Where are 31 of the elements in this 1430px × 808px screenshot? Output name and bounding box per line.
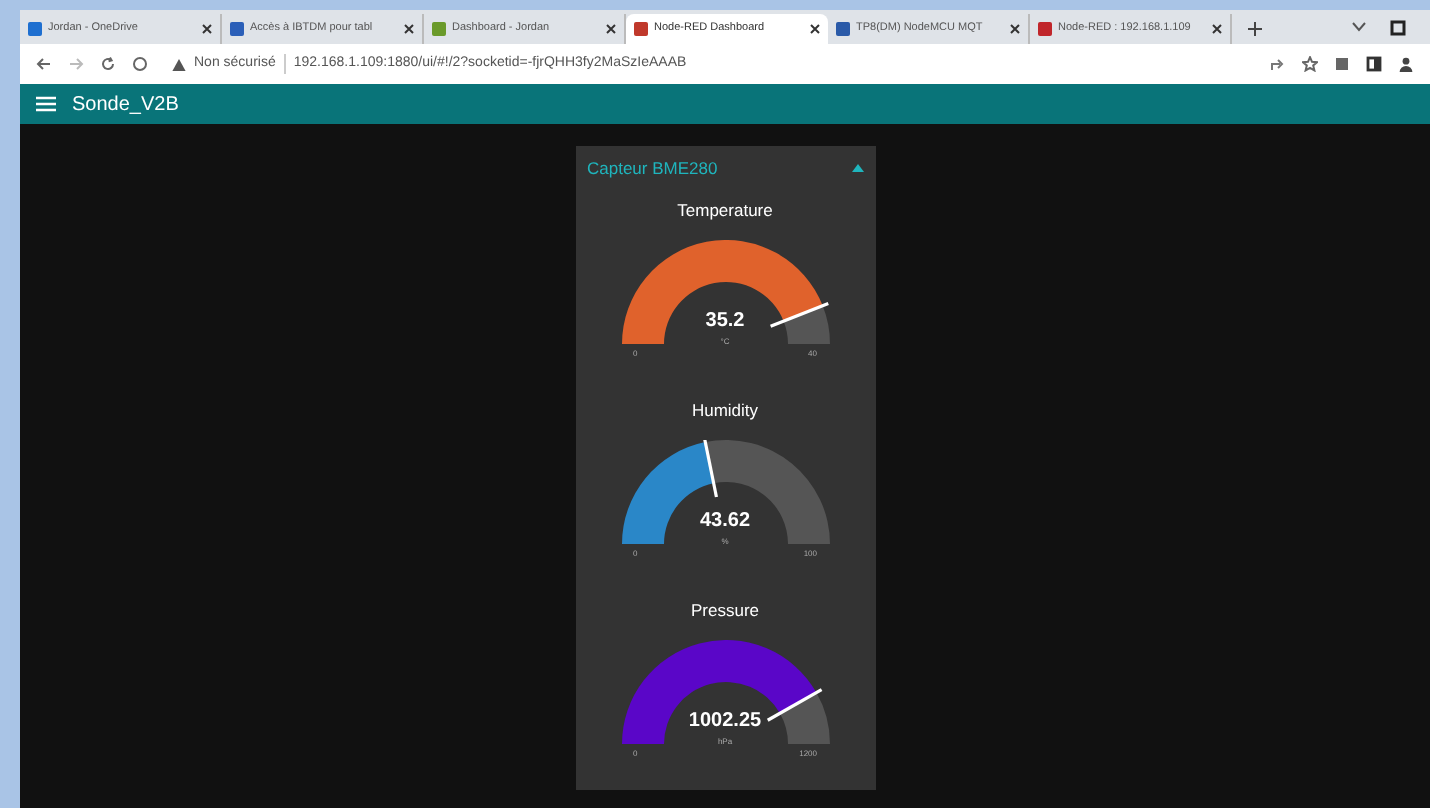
gauge-value: 43.62 <box>699 511 751 532</box>
share-icon[interactable] <box>1270 56 1286 72</box>
sidebar-icon[interactable] <box>1366 56 1382 72</box>
close-icon[interactable] <box>202 24 212 34</box>
gauge-needle <box>769 301 828 328</box>
gauge-value: 35.2 <box>705 311 745 332</box>
new-tab-icon[interactable] <box>1248 22 1262 36</box>
app-title: Sonde_V2B <box>72 91 179 119</box>
gauge-value: 1002.25 <box>688 711 762 732</box>
star-icon[interactable] <box>1302 56 1318 72</box>
close-icon[interactable] <box>1010 24 1020 34</box>
gauge-track <box>778 692 829 744</box>
close-icon[interactable] <box>606 24 616 34</box>
restore-window-icon[interactable] <box>1390 19 1406 35</box>
gauge-title: Pressure <box>690 598 759 624</box>
gauge-needle <box>701 439 717 497</box>
close-icon[interactable] <box>1212 24 1222 34</box>
group-title: Capteur BME280 <box>587 155 718 181</box>
back-icon[interactable] <box>36 56 52 72</box>
warning-icon <box>172 57 186 71</box>
menu-icon[interactable] <box>36 96 56 112</box>
gauge-needle <box>765 687 822 722</box>
gauge-title: Temperature <box>677 198 773 224</box>
gauge-track <box>782 305 829 344</box>
chevron-down-icon[interactable] <box>1352 22 1366 32</box>
close-icon[interactable] <box>404 24 414 34</box>
gauge-title: Humidity <box>691 398 759 424</box>
profile-icon[interactable] <box>1398 56 1414 72</box>
collapse-caret-icon[interactable] <box>851 164 863 172</box>
close-icon[interactable] <box>810 24 820 34</box>
reload-icon[interactable] <box>100 56 116 72</box>
